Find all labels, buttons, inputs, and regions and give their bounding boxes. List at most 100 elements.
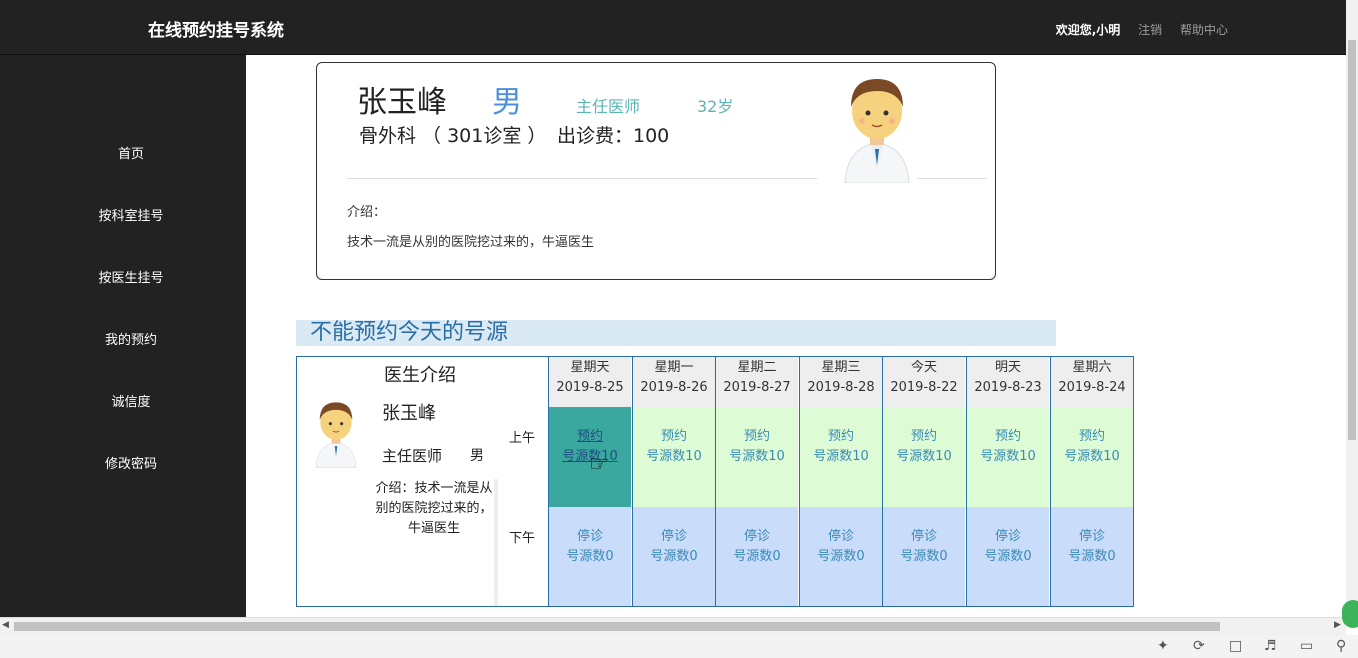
vertical-scrollbar[interactable] xyxy=(1346,0,1358,617)
pm-slot: 停诊号源数0 xyxy=(883,507,965,606)
doctor-fee: 出诊费：100 xyxy=(557,125,670,147)
hand-pointer-cursor-icon: ☞ xyxy=(589,452,609,477)
day-column: 今天 2019-8-22 预约号源数10 停诊号源数0 xyxy=(882,357,965,606)
slot-status[interactable]: 预约 xyxy=(1051,427,1133,447)
doctor-avatar-icon xyxy=(315,402,357,468)
trash-icon[interactable]: □ xyxy=(1229,638,1242,654)
slot-status[interactable]: 预约 xyxy=(883,427,965,447)
sidebar: 首页 按科室挂号 按医生挂号 我的预约 诚信度 修改密码 xyxy=(0,55,246,617)
slot-count: 号源数10 xyxy=(896,449,952,464)
day-column: 星期三 2019-8-28 预约号源数10 停诊 号源数0 xyxy=(799,357,882,606)
pm-slot: 停诊号源数0 xyxy=(633,507,715,606)
pm-slot: 停诊 号源数0 xyxy=(800,507,882,606)
slot-status[interactable]: 预约 xyxy=(633,427,715,447)
slot-count: 号源数0 xyxy=(817,549,865,564)
divider xyxy=(347,178,817,179)
sidebar-item-by-doctor[interactable]: 按医生挂号 xyxy=(0,267,262,286)
intro-text: 技术一流是从别的医院挖过来的，牛逼医生 xyxy=(347,235,595,250)
am-slot[interactable]: 预约号源数10 xyxy=(883,407,965,507)
scroll-thumb[interactable] xyxy=(14,622,1220,631)
doctor-title: 主任医师 xyxy=(576,97,641,116)
welcome-text: 欢迎您,小明 xyxy=(1055,23,1121,37)
divider xyxy=(917,178,987,179)
slot-count: 号源数0 xyxy=(1068,549,1116,564)
slot-status[interactable]: 预约 xyxy=(716,427,798,447)
sidebar-item-change-password[interactable]: 修改密码 xyxy=(0,453,262,472)
doctor-age: 32岁 xyxy=(697,97,734,116)
doctor-gender: 男 xyxy=(492,85,522,120)
day-column: 星期二 2019-8-27 预约号源数10 停诊号源数0 xyxy=(715,357,798,606)
day-column: 星期天 2019-8-25 预约 号源数10 停诊 号源数0 xyxy=(548,357,631,606)
slot-status: 停诊 xyxy=(1078,529,1105,544)
day-header: 明天 2019-8-23 xyxy=(967,357,1049,407)
taskbar: ✦ ⟳ □ ♬ ▭ ⚲ xyxy=(0,635,1358,658)
slot-status: 停诊 xyxy=(576,529,603,544)
brand-title[interactable]: 在线预约挂号系统 xyxy=(148,16,284,41)
search-icon[interactable]: ⚲ xyxy=(1336,638,1346,654)
slot-count: 号源数0 xyxy=(900,549,948,564)
weekday: 明天 xyxy=(994,360,1021,375)
day-header: 星期六 2019-8-24 xyxy=(1051,357,1133,407)
status-badge[interactable] xyxy=(1342,600,1358,628)
am-slot[interactable]: 预约 号源数10 xyxy=(633,407,715,507)
slot-count: 号源数0 xyxy=(984,549,1032,564)
sidebar-item-credibility[interactable]: 诚信度 xyxy=(0,391,262,410)
scroll-right-icon[interactable]: ▶ xyxy=(1334,620,1341,630)
am-slot[interactable]: 预约号源数10 xyxy=(716,407,798,507)
slot-count: 号源数0 xyxy=(733,549,781,564)
day-header: 星期二 2019-8-27 xyxy=(716,357,798,407)
pm-slot: 停诊号源数0 xyxy=(1051,507,1133,606)
doctor-intro-panel: 医生介绍 张玉峰 主任医师 男 介绍：技术一流是从别的医院挖过来的，牛逼医生 xyxy=(297,357,498,606)
doctor-intro: 介绍：技术一流是从别的医院挖过来的，牛逼医生 xyxy=(375,481,493,536)
pm-slot: 停诊号源数0 xyxy=(716,507,798,606)
slot-status: 停诊 xyxy=(743,529,770,544)
weekday: 星期六 xyxy=(1072,360,1112,375)
day-column: 星期一 2019-8-26 预约 号源数10 停诊 号源数0 xyxy=(632,357,715,606)
weekday: 星期三 xyxy=(821,360,861,375)
slot-status[interactable]: 预约 xyxy=(967,427,1049,447)
doctor-card: 张玉峰 男 主任医师 32岁 骨外科 （ 301诊室 ） 出诊费：100 介绍：… xyxy=(316,62,996,280)
schedule-grid: 星期天 2019-8-25 预约 号源数10 停诊 号源数0 星期一 2019-8-26… xyxy=(548,357,1134,606)
schedule-table: 医生介绍 张玉峰 主任医师 男 介绍：技术一流是从别的医院挖过来的，牛逼医生 上… xyxy=(296,356,1134,607)
date: 2019-8-22 xyxy=(890,380,958,395)
intro-scrollbar[interactable] xyxy=(494,479,498,606)
pm-slot: 停诊号源数0 xyxy=(549,507,631,606)
day-header: 星期天 2019-8-25 xyxy=(549,357,631,407)
slot-count: 号源数0 xyxy=(650,549,698,564)
date: 2019-8-23 xyxy=(974,380,1042,395)
date: 2019-8-24 xyxy=(1058,380,1126,395)
slot-status: 停诊 xyxy=(660,529,687,544)
am-slot[interactable]: 预约号源数10 xyxy=(1051,407,1133,507)
doctor-avatar-icon xyxy=(844,79,910,183)
help-center-link[interactable]: 帮助中心 xyxy=(1180,23,1228,37)
horizontal-scrollbar[interactable]: ◀ ▶ xyxy=(0,617,1346,635)
refresh-icon[interactable]: ⟳ xyxy=(1193,638,1205,654)
slot-status: 停诊 xyxy=(910,529,937,544)
pin-icon[interactable]: ✦ xyxy=(1157,638,1169,654)
slot-count: 号源数10 xyxy=(813,449,869,464)
slot-status[interactable]: 预约 xyxy=(800,427,882,447)
doctor-name: 张玉峰 xyxy=(382,403,436,424)
sidebar-item-home[interactable]: 首页 xyxy=(0,143,262,162)
scroll-thumb[interactable] xyxy=(1348,40,1356,440)
date: 2019-8-25 xyxy=(556,380,624,395)
window-icon[interactable]: ▭ xyxy=(1300,638,1313,654)
date: 2019-8-28 xyxy=(807,380,875,395)
day-column: 明天 2019-8-23 预约号源数10 停诊 号源数0 xyxy=(966,357,1049,606)
logout-link[interactable]: 注销 xyxy=(1138,23,1162,37)
slot-status[interactable]: 预约 xyxy=(549,427,631,447)
am-slot[interactable]: 预约号源数10 xyxy=(967,407,1049,507)
slot-count: 号源数0 xyxy=(566,549,614,564)
slot-count: 号源数10 xyxy=(980,449,1036,464)
scroll-left-icon[interactable]: ◀ xyxy=(2,620,9,630)
sidebar-item-my-appointments[interactable]: 我的预约 xyxy=(0,329,262,348)
slot-count: 号源数10 xyxy=(1064,449,1120,464)
top-navbar: 在线预约挂号系统 欢迎您,小明 注销 帮助中心 xyxy=(0,0,1346,55)
pm-slot: 停诊 号源数0 xyxy=(967,507,1049,606)
weekday: 星期一 xyxy=(654,360,694,375)
day-header: 今天 2019-8-22 xyxy=(883,357,965,407)
sidebar-item-by-department[interactable]: 按科室挂号 xyxy=(0,205,262,224)
am-slot[interactable]: 预约号源数10 xyxy=(800,407,882,507)
speaker-icon[interactable]: ♬ xyxy=(1264,638,1277,654)
slot-count: 号源数10 xyxy=(729,449,785,464)
